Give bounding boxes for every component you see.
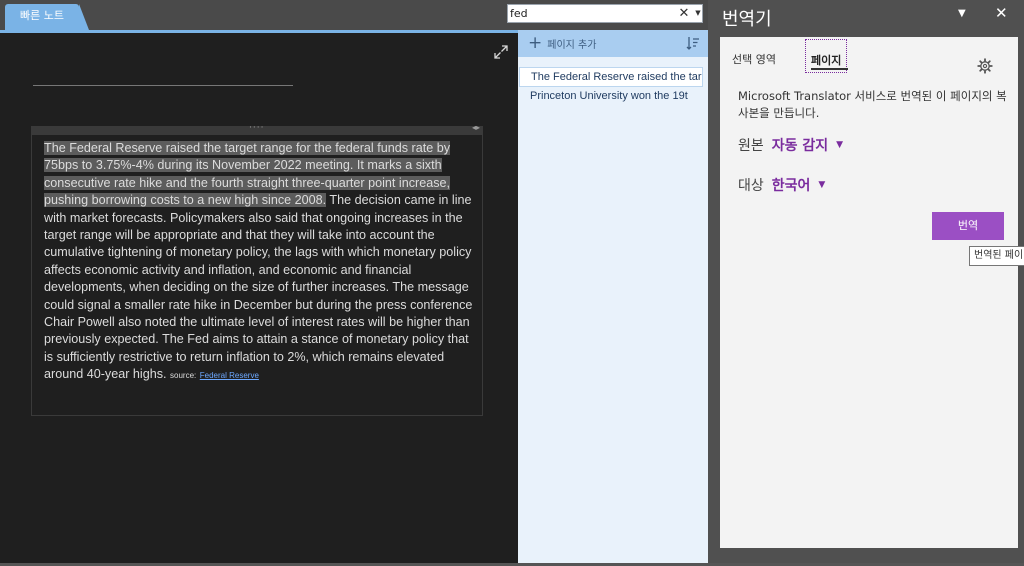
grip-icon: ···· — [249, 123, 265, 133]
note-paragraph[interactable]: The Federal Reserve raised the target ra… — [44, 140, 474, 385]
dropdown-icon[interactable]: ▼ — [693, 5, 703, 22]
translator-description: Microsoft Translator 서비스로 번역된 이 페이지의 복사본… — [738, 89, 1007, 120]
source-language-row: 원본 자동 감지 ▼ — [738, 135, 843, 155]
target-language-row: 대상 한국어 ▼ — [738, 175, 825, 195]
source-link[interactable]: Federal Reserve — [200, 371, 259, 380]
search-box[interactable]: ✕ ▼ — [507, 4, 703, 23]
expand-icon[interactable] — [494, 45, 508, 59]
page-list-item[interactable]: Princeton University won the 19t — [518, 87, 704, 107]
page-title-line[interactable] — [33, 85, 293, 86]
source-language-dropdown[interactable]: 자동 감지 — [772, 135, 828, 155]
plus-icon: + — [528, 33, 543, 53]
translate-button[interactable]: 번역 — [932, 212, 1004, 240]
clear-icon[interactable]: ✕ — [677, 5, 691, 22]
source-language-label: 원본 — [738, 138, 764, 154]
translator-pane: 번역기 ▼ ✕ 선택 영역 페이지 Microsoft Translator 서… — [708, 0, 1024, 566]
sort-icon[interactable] — [686, 36, 700, 50]
page-list-header: + 페이지 추가 — [518, 30, 708, 57]
close-icon[interactable]: ✕ — [995, 4, 1008, 22]
paragraph-text: The decision came in line with market fo… — [44, 193, 473, 382]
chevron-down-icon[interactable]: ▼ — [958, 8, 966, 19]
chevron-down-icon[interactable]: ▼ — [836, 140, 843, 150]
tooltip: 번역된 페이 — [969, 246, 1024, 266]
note-container-handle[interactable]: ···· ◂▸ — [31, 123, 483, 134]
target-language-dropdown[interactable]: 한국어 — [772, 175, 811, 195]
add-page-button[interactable]: + 페이지 추가 — [528, 34, 596, 52]
tab-page[interactable]: 페이지 — [805, 39, 848, 73]
note-container[interactable]: The Federal Reserve raised the target ra… — [31, 134, 483, 416]
resize-arrows-icon[interactable]: ◂▸ — [472, 123, 480, 132]
pane-title: 번역기 — [722, 9, 772, 30]
top-bar: 빠른 노트 ✕ ▼ — [0, 0, 708, 30]
tab-selection[interactable]: 선택 영역 — [732, 51, 776, 67]
add-page-label: 페이지 추가 — [547, 39, 597, 51]
chevron-down-icon[interactable]: ▼ — [818, 180, 825, 190]
source-label: source: — [170, 371, 197, 381]
page-list-item[interactable]: The Federal Reserve raised the tar — [519, 67, 703, 87]
target-language-label: 대상 — [738, 178, 764, 194]
page-list: + 페이지 추가 The Federal Reserve raised the … — [518, 30, 708, 563]
translator-body: 선택 영역 페이지 Microsoft Translator 서비스로 번역된 … — [720, 37, 1018, 548]
tab-underline — [811, 68, 848, 70]
tab-page-label: 페이지 — [811, 54, 842, 67]
search-input[interactable] — [510, 6, 670, 21]
section-tab-quick-notes[interactable]: 빠른 노트 — [5, 4, 89, 30]
gear-icon[interactable] — [977, 58, 993, 74]
page-canvas[interactable]: ···· ◂▸ The Federal Reserve raised the t… — [0, 30, 518, 563]
